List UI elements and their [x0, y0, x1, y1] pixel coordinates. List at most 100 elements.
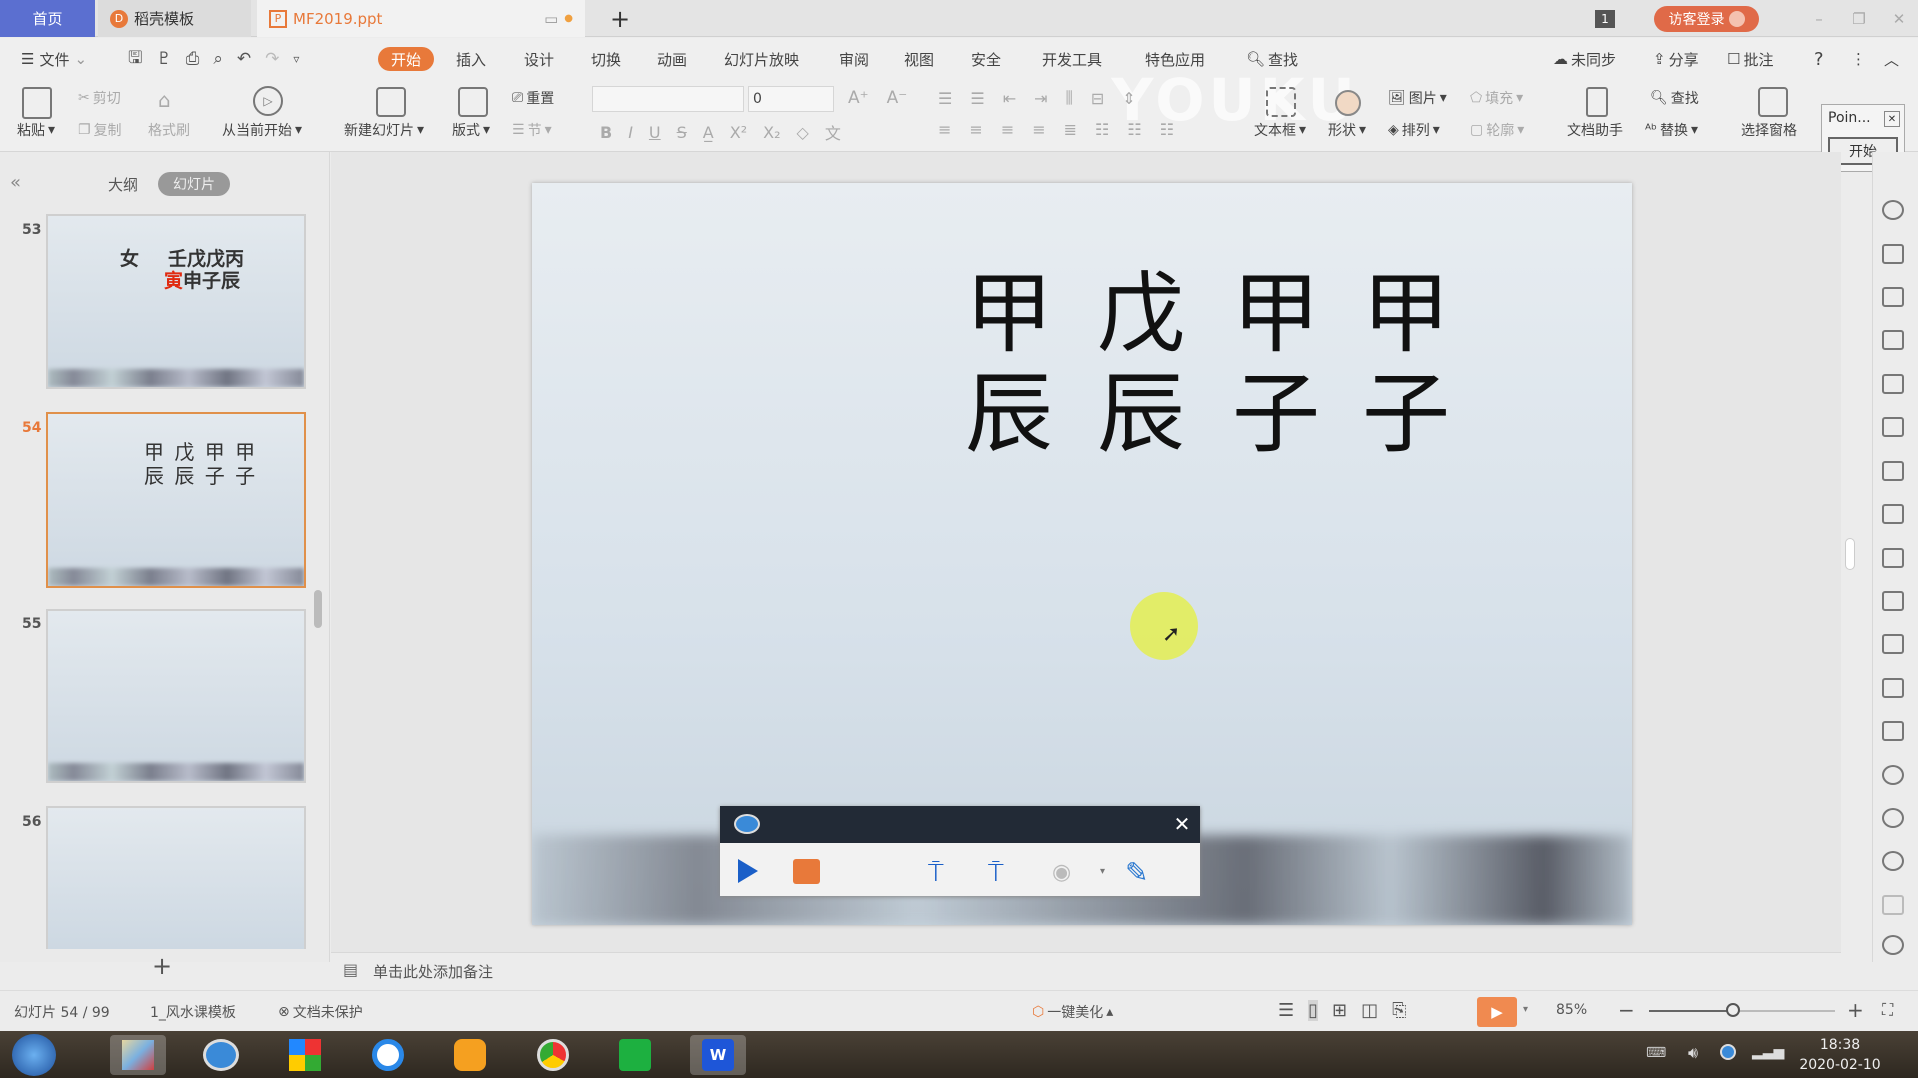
- table-icon[interactable]: [1882, 374, 1904, 394]
- comment-button[interactable]: ☐ 批注: [1727, 38, 1773, 80]
- taskbar-app-chrome[interactable]: [525, 1035, 581, 1075]
- italic-icon[interactable]: I: [628, 123, 633, 142]
- menu-tab-review[interactable]: 审阅: [839, 38, 869, 80]
- replace-button[interactable]: ᴬᵇ 替换 ▾: [1645, 120, 1698, 140]
- layers-icon[interactable]: [1882, 330, 1904, 350]
- customize-icon[interactable]: ▿: [293, 52, 299, 66]
- thumbnail-scrollbar[interactable]: [314, 590, 322, 628]
- menu-tab-security[interactable]: 安全: [971, 38, 1001, 80]
- line-spacing-icon[interactable]: ⇕: [1122, 89, 1135, 108]
- audio-icon[interactable]: [1882, 721, 1904, 741]
- zoom-out-button[interactable]: −: [1618, 998, 1635, 1022]
- superscript-icon[interactable]: X²: [730, 123, 747, 142]
- taskbar-app-green[interactable]: [607, 1035, 663, 1075]
- numbering-icon[interactable]: ☰: [970, 89, 984, 108]
- tray-keyboard-icon[interactable]: ⌨: [1646, 1045, 1666, 1061]
- play-from-current-button[interactable]: 从当前开始 ▾: [222, 120, 302, 140]
- play-from-current-icon[interactable]: ▷: [253, 86, 283, 116]
- align-left-icon[interactable]: ≡: [938, 120, 951, 139]
- outline-button[interactable]: ▢ 轮廓 ▾: [1470, 120, 1524, 140]
- maximize-button[interactable]: ❐: [1848, 0, 1870, 37]
- notes-placeholder[interactable]: 单击此处添加备注: [373, 961, 493, 982]
- text-direction-icon[interactable]: ⫼: [1066, 88, 1073, 108]
- decrease-indent-icon[interactable]: ⇤: [1003, 89, 1016, 108]
- print-icon[interactable]: ⎙: [186, 49, 200, 69]
- underline-icon[interactable]: U: [649, 123, 661, 142]
- undo-icon[interactable]: ↶: [237, 49, 251, 69]
- menu-tab-insert[interactable]: 插入: [456, 38, 486, 80]
- marker-icon[interactable]: ⍑: [928, 858, 944, 889]
- tab-document[interactable]: P MF2019.ppt ▭ ●: [257, 0, 585, 37]
- add-slide-button[interactable]: +: [152, 952, 172, 980]
- slide-thumbnail-55[interactable]: [46, 609, 306, 783]
- clear-format-icon[interactable]: ◇: [797, 123, 809, 142]
- redo-icon[interactable]: ↷: [265, 49, 279, 69]
- redo-format-icon[interactable]: ♇: [156, 49, 171, 69]
- layout-icon[interactable]: [458, 87, 488, 117]
- slideshow-dropdown-icon[interactable]: ▾: [1523, 1004, 1528, 1015]
- new-tab-button[interactable]: +: [605, 0, 635, 37]
- document-protection[interactable]: ⊗ 文档未保护: [278, 1002, 363, 1022]
- shape-button[interactable]: 形状 ▾: [1328, 120, 1366, 140]
- textbox-icon[interactable]: [1266, 87, 1296, 117]
- tray-volume-icon[interactable]: 🔊︎: [1688, 1043, 1698, 1063]
- section-button[interactable]: ☰ 节 ▾: [512, 120, 552, 140]
- align-text-icon[interactable]: ⊟: [1091, 89, 1104, 108]
- zoom-level[interactable]: 85%: [1556, 1002, 1587, 1018]
- zoom-slider-knob[interactable]: [1725, 1003, 1740, 1017]
- slide-thumbnail-56[interactable]: [46, 806, 306, 949]
- marker-icon[interactable]: ⍑: [988, 858, 1004, 889]
- editing-scrollbar[interactable]: [1845, 538, 1855, 570]
- list-icon[interactable]: ☷: [1095, 120, 1109, 139]
- pointer-panel-close-icon[interactable]: ✕: [1884, 111, 1900, 127]
- save-icon[interactable]: 🖫: [128, 45, 142, 74]
- notes-view-icon[interactable]: ☰: [1278, 1000, 1294, 1021]
- paste-button[interactable]: 粘贴 ▾: [17, 120, 55, 140]
- menu-tab-design[interactable]: 设计: [524, 38, 554, 80]
- tab-docer-templates[interactable]: D 稻壳模板: [98, 0, 251, 37]
- menu-tab-view[interactable]: 视图: [904, 38, 934, 80]
- zoom-slider[interactable]: [1649, 1010, 1835, 1012]
- zoom-in-button[interactable]: +: [1847, 998, 1864, 1022]
- shape-icon[interactable]: [1335, 90, 1361, 116]
- shapes-icon[interactable]: [1882, 287, 1904, 307]
- list3-icon[interactable]: ☷: [1160, 120, 1174, 139]
- doc-assistant-button[interactable]: 文档助手: [1567, 120, 1623, 140]
- history-icon[interactable]: [1882, 808, 1904, 828]
- subscript-icon[interactable]: X₂: [763, 123, 780, 142]
- layout-button[interactable]: 版式 ▾: [452, 120, 490, 140]
- font-color-icon[interactable]: A̲: [703, 123, 714, 142]
- dropdown-arrow-icon[interactable]: ▾: [1100, 866, 1105, 877]
- tray-network-icon[interactable]: ▂▃▅: [1752, 1044, 1784, 1060]
- bold-icon[interactable]: B: [600, 123, 612, 142]
- taskbar-app-wps[interactable]: W: [690, 1035, 746, 1075]
- collapse-ribbon-icon[interactable]: ︿: [1884, 38, 1899, 80]
- slides-tab[interactable]: 幻灯片: [158, 172, 230, 196]
- taskbar-app-paint[interactable]: [110, 1035, 166, 1075]
- notes-bar[interactable]: [331, 952, 1841, 988]
- format-painter-icon[interactable]: ⌂: [158, 88, 171, 112]
- taskbar-app-recorder[interactable]: [193, 1035, 249, 1075]
- doc-assistant-icon[interactable]: [1586, 87, 1608, 117]
- record-stop-button[interactable]: [793, 859, 820, 884]
- settings-sliders-icon[interactable]: [1882, 504, 1904, 524]
- cut-button[interactable]: ✂ 剪切: [78, 88, 121, 108]
- menu-tab-transition[interactable]: 切换: [591, 38, 621, 80]
- file-menu[interactable]: ☰ 文件 ⌄: [21, 38, 87, 80]
- select-pane-icon[interactable]: [1758, 87, 1788, 117]
- frame-icon[interactable]: [1882, 634, 1904, 654]
- copy-style-icon[interactable]: [1882, 244, 1904, 264]
- select-pane-button[interactable]: 选择窗格: [1741, 120, 1797, 140]
- presenter-icon[interactable]: ⎘: [1392, 1000, 1406, 1021]
- pencil-icon[interactable]: ✎: [1125, 856, 1148, 889]
- textbox-button[interactable]: 文本框 ▾: [1254, 120, 1306, 140]
- help-button[interactable]: ?: [1814, 38, 1824, 80]
- print-preview-icon[interactable]: ⌕: [213, 49, 223, 69]
- normal-view-icon[interactable]: ▯: [1308, 1000, 1319, 1021]
- collapse-panel-icon[interactable]: «: [10, 172, 21, 193]
- help-circle-icon[interactable]: [1882, 851, 1904, 871]
- arrange-button[interactable]: ◈ 排列 ▾: [1388, 120, 1440, 140]
- fullscreen-icon[interactable]: ⛶: [1882, 1000, 1893, 1020]
- shield-icon[interactable]: [1882, 765, 1904, 785]
- share-button[interactable]: ⇪ 分享: [1653, 38, 1699, 80]
